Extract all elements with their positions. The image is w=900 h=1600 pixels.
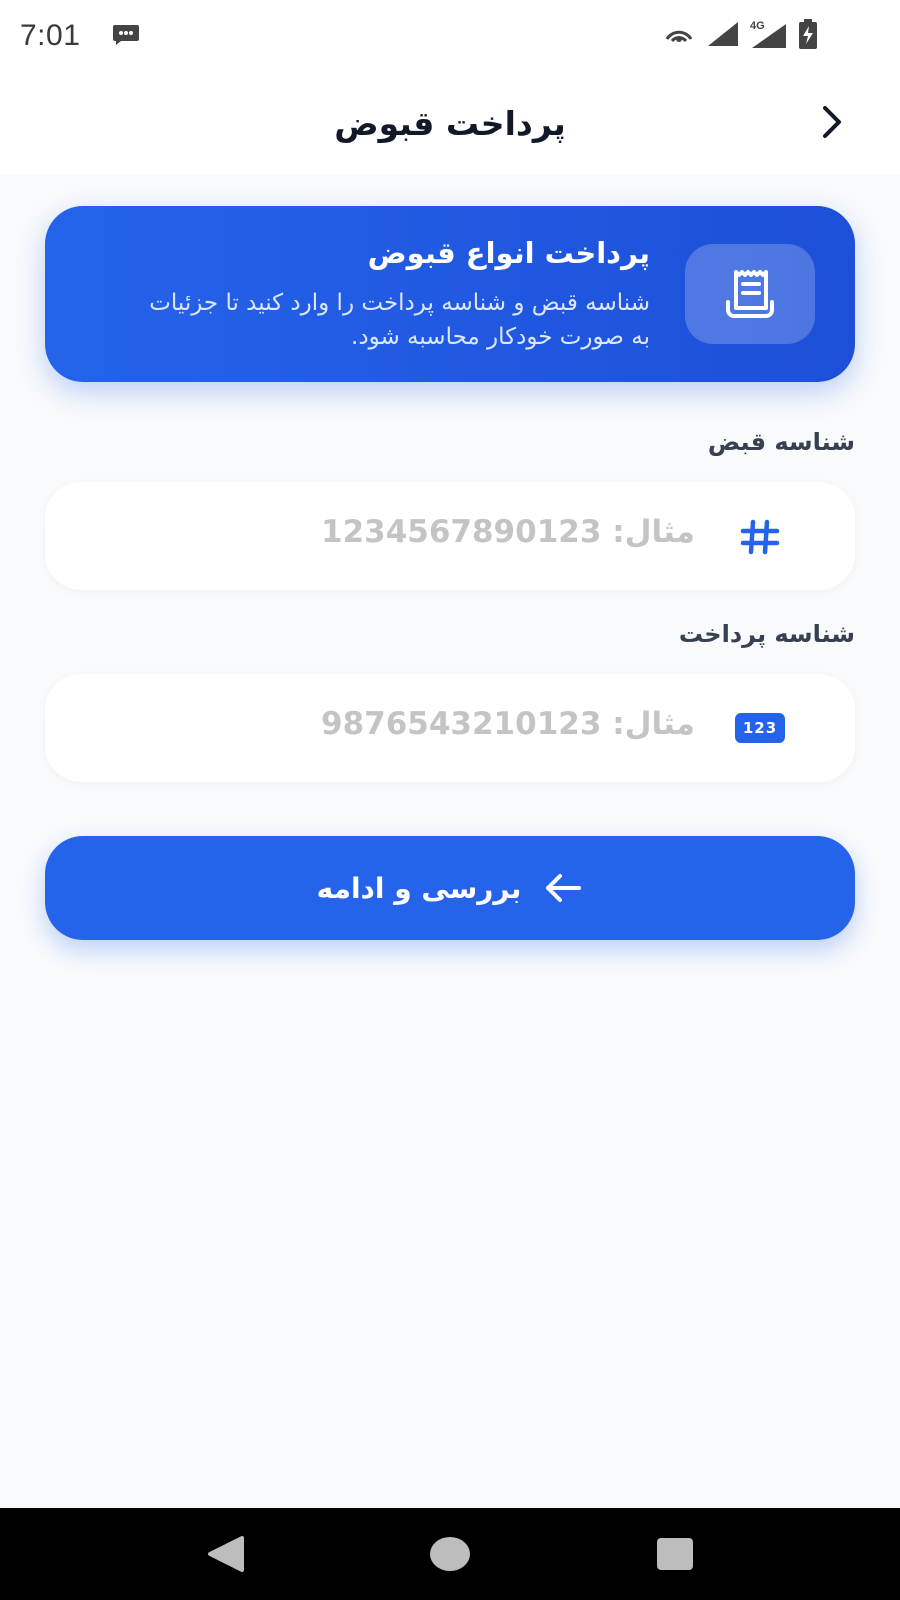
payment-id-field[interactable]: 123 xyxy=(45,674,855,782)
hash-icon xyxy=(735,514,785,558)
nav-recents-icon xyxy=(657,1538,693,1570)
payment-id-input[interactable] xyxy=(135,696,695,752)
receipt-icon xyxy=(726,270,774,318)
info-description: شناسه قبض و شناسه پرداخت را وارد کنید تا… xyxy=(149,290,650,350)
back-button[interactable] xyxy=(804,94,860,150)
signal-icon xyxy=(706,20,740,52)
nav-recents-button[interactable] xyxy=(645,1530,705,1578)
battery-charging-icon xyxy=(798,19,818,53)
signal-4g-icon: 4G xyxy=(750,20,788,50)
info-icon-box xyxy=(685,244,815,344)
bill-id-field[interactable] xyxy=(45,482,855,590)
network-type-label: 4G xyxy=(750,20,765,32)
status-time: 7:01 xyxy=(20,19,81,52)
status-bar: 7:01 4G xyxy=(0,0,900,72)
nav-home-icon xyxy=(430,1537,470,1571)
chevron-right-icon xyxy=(823,106,841,138)
bill-id-input[interactable] xyxy=(135,504,695,560)
bill-id-label: شناسه قبض xyxy=(707,428,855,456)
review-continue-button[interactable]: بررسی و ادامه xyxy=(45,836,855,940)
payment-id-label: شناسه پرداخت xyxy=(678,620,855,648)
nav-home-button[interactable] xyxy=(420,1530,480,1578)
nav-back-icon xyxy=(208,1536,244,1572)
numbers-icon: 123 xyxy=(735,706,785,750)
submit-label: بررسی و ادامه xyxy=(316,871,522,905)
numbers-icon-text: 123 xyxy=(735,713,785,743)
hotspot-icon xyxy=(662,20,696,52)
system-nav-bar xyxy=(0,1508,900,1600)
status-left: 7:01 xyxy=(20,19,140,53)
page-title: پرداخت قبوض xyxy=(334,103,566,143)
message-icon xyxy=(112,23,140,49)
arrow-left-icon xyxy=(546,874,582,902)
info-title: پرداخت انواع قبوض xyxy=(367,236,650,270)
info-card: پرداخت انواع قبوض شناسه قبض و شناسه پردا… xyxy=(45,206,855,382)
app-bar: پرداخت قبوض xyxy=(0,72,900,174)
bill-payment-screen: 7:01 4G پرداخت قبوض پرداخت انواع قبوض شن… xyxy=(0,0,900,1600)
nav-back-button[interactable] xyxy=(195,1530,255,1578)
status-right: 4G xyxy=(662,19,880,53)
